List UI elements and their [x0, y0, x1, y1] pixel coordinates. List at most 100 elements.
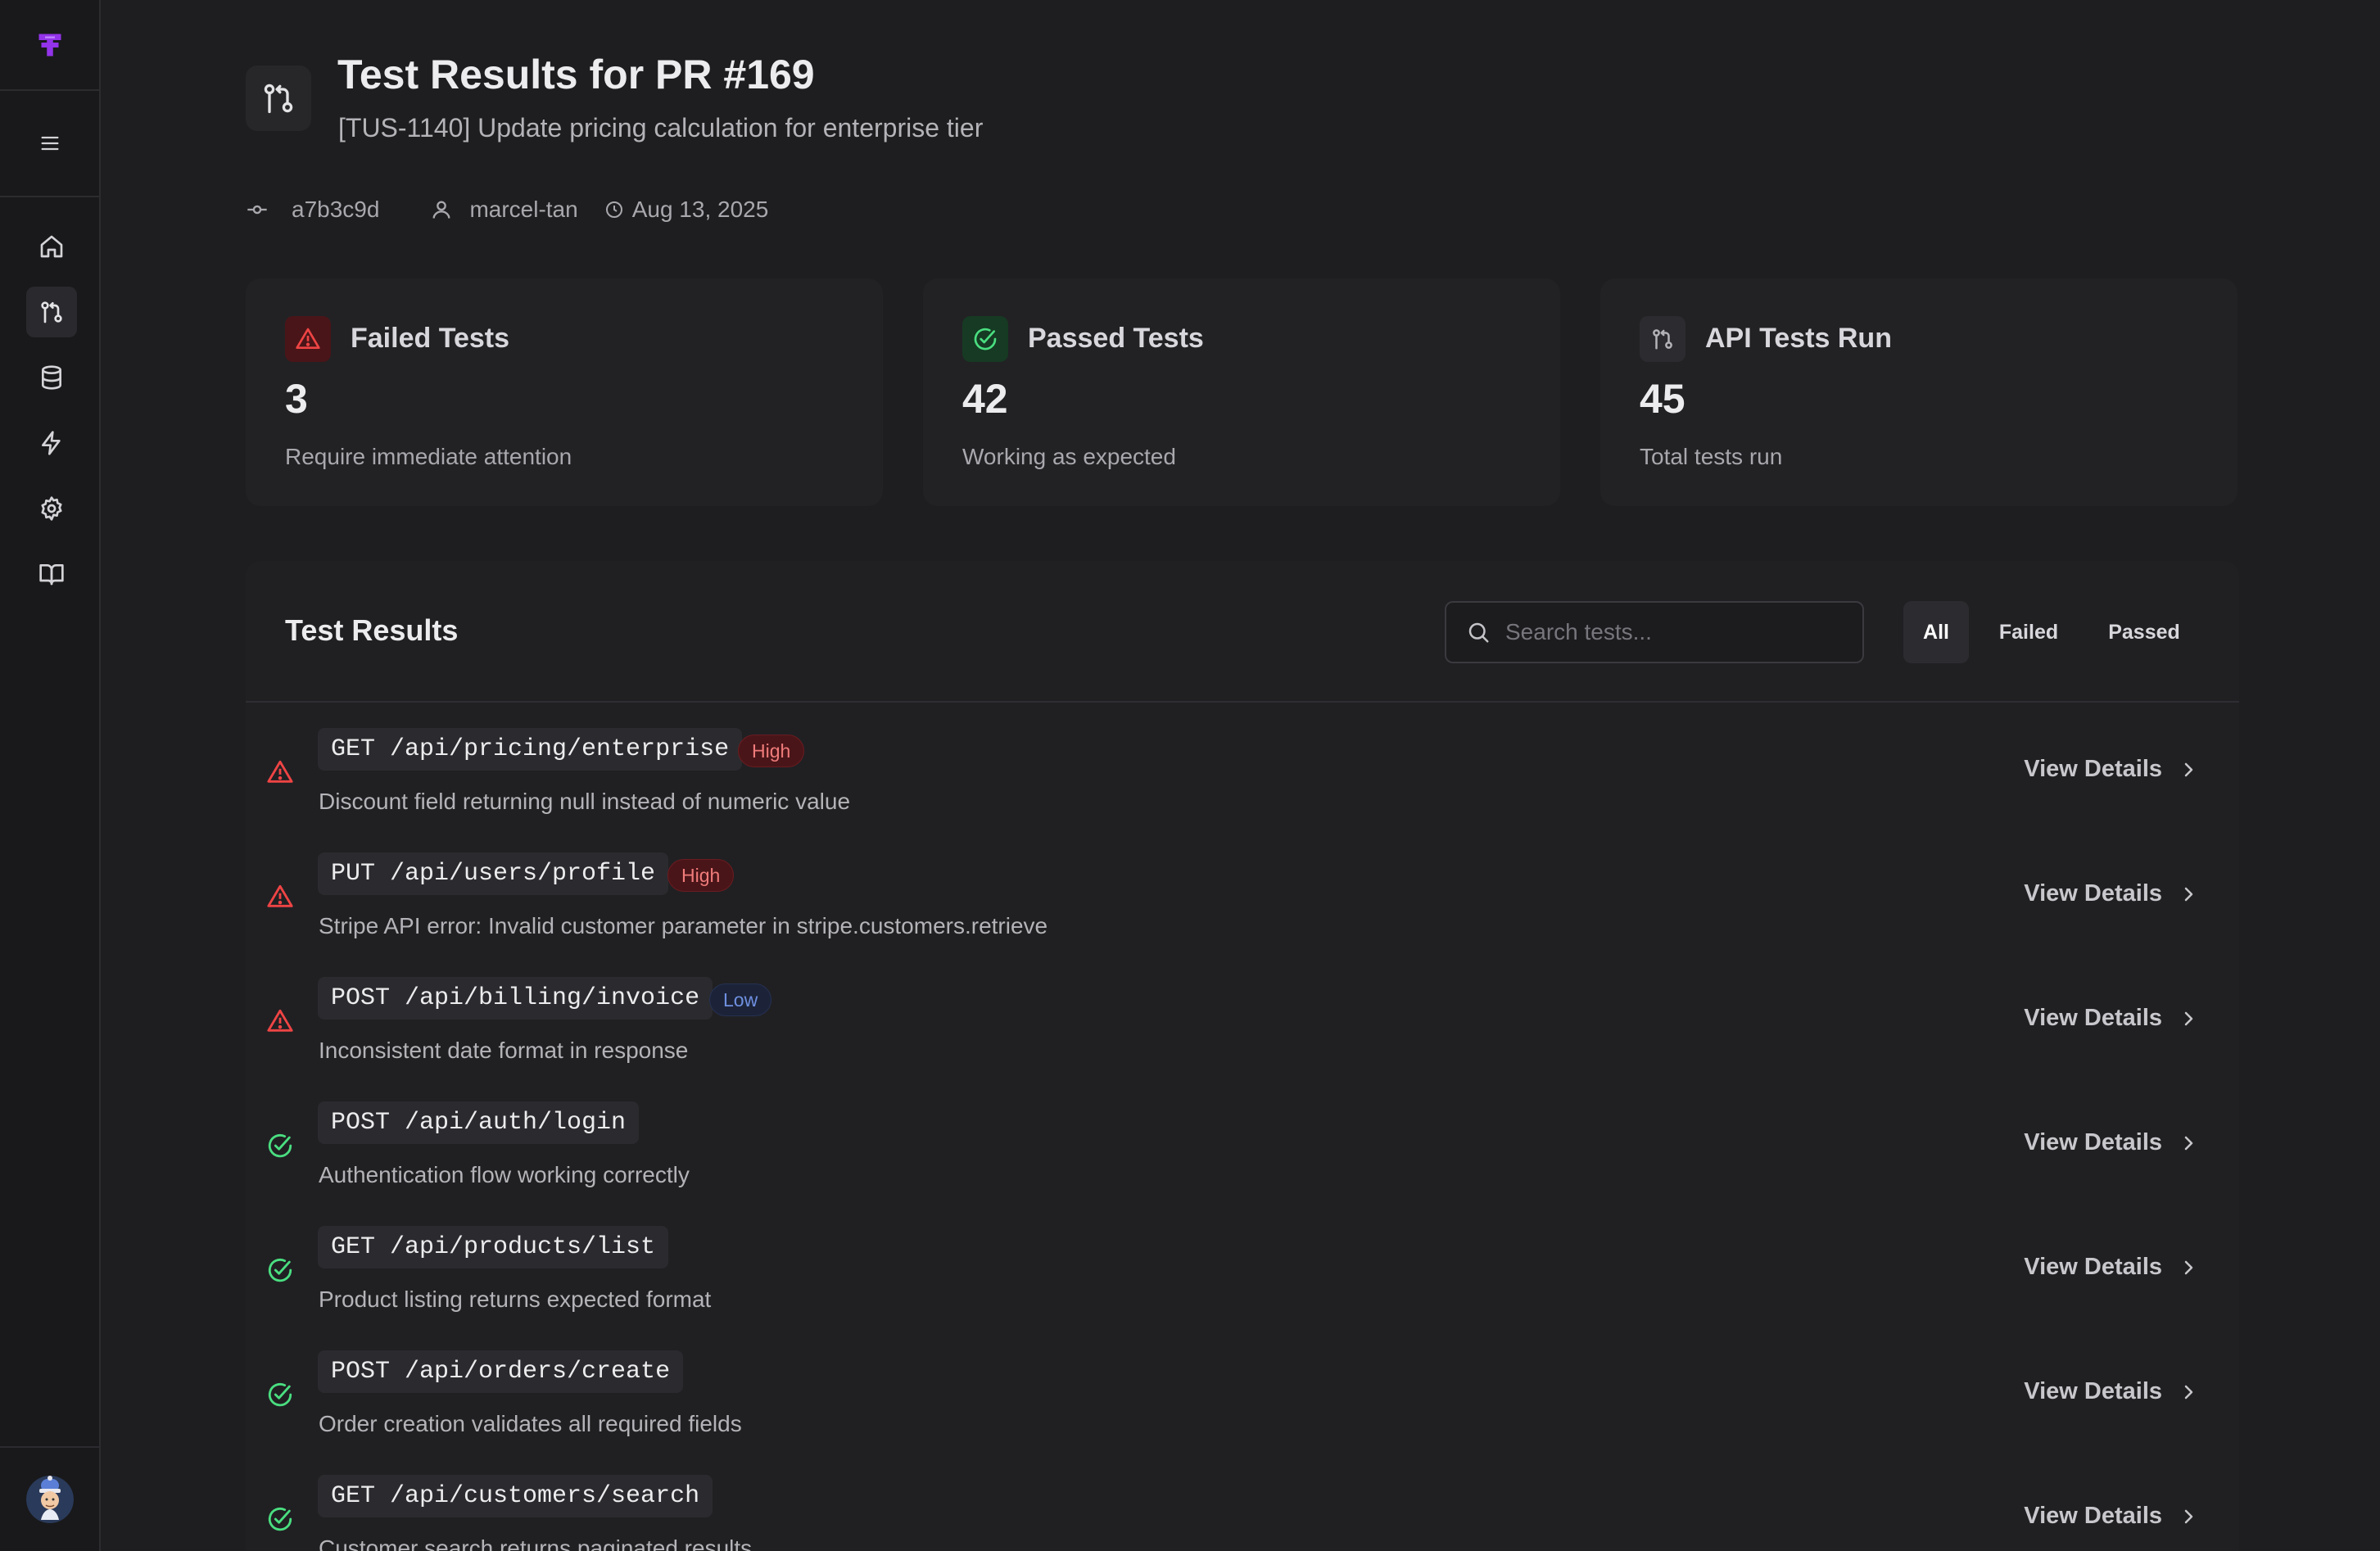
- alert-triangle-icon: [264, 880, 296, 913]
- view-details-label: View Details: [2024, 1378, 2162, 1404]
- card-description: Total tests run: [1640, 444, 1783, 469]
- failed-tests-card: Failed Tests 3 Require immediate attenti…: [246, 278, 883, 506]
- test-result-row[interactable]: POST /api/billing/invoice Low Inconsistent…: [246, 959, 2239, 1083]
- sidebar-item-database[interactable]: [26, 352, 77, 403]
- sidebar-item-pull-requests[interactable]: [26, 287, 77, 337]
- pull-request-icon: [1640, 316, 1685, 362]
- view-details-button[interactable]: View Details: [2024, 1005, 2198, 1032]
- database-icon: [42, 365, 61, 390]
- test-description: Stripe API error: Invalid customer param…: [319, 913, 1048, 938]
- commit-hash[interactable]: a7b3c9d: [292, 197, 379, 223]
- view-details-label: View Details: [2024, 1129, 2162, 1155]
- clock-icon: [604, 200, 624, 219]
- endpoint-label: GET /api/customers/search: [318, 1475, 713, 1517]
- alert-triangle-icon: [264, 756, 296, 789]
- check-circle-icon: [264, 1503, 296, 1535]
- view-details-label: View Details: [2024, 1005, 2162, 1031]
- pr-icon-box: [246, 66, 311, 131]
- view-details-button[interactable]: View Details: [2024, 1378, 2198, 1405]
- sidebar-item-automation[interactable]: [26, 418, 77, 468]
- card-label: Passed Tests: [1028, 323, 1204, 354]
- logo-icon: [38, 34, 61, 56]
- chevron-right-icon: [2179, 1009, 2198, 1029]
- sidebar: [0, 0, 101, 1551]
- check-circle-icon: [264, 1378, 296, 1411]
- card-description: Working as expected: [962, 444, 1176, 469]
- menu-icon: [41, 136, 59, 151]
- test-result-row[interactable]: GET /api/products/list Product listing re…: [246, 1208, 2239, 1332]
- sidebar-item-home[interactable]: [26, 221, 77, 272]
- book-icon: [39, 564, 64, 586]
- endpoint-label: POST /api/orders/create: [318, 1350, 684, 1393]
- card-label: Failed Tests: [351, 323, 509, 354]
- severity-badge: High: [738, 735, 805, 767]
- test-result-row[interactable]: POST /api/auth/login Authentication flow …: [246, 1083, 2239, 1208]
- user-icon: [430, 198, 453, 221]
- view-details-button[interactable]: View Details: [2024, 1254, 2198, 1281]
- card-value: 3: [285, 376, 308, 422]
- view-details-button[interactable]: View Details: [2024, 1503, 2198, 1530]
- test-result-row[interactable]: GET /api/pricing/enterprise High Discount …: [246, 710, 2239, 834]
- search-input[interactable]: [1505, 619, 1833, 645]
- pr-meta: a7b3c9d marcel-tan Aug 13, 2025: [246, 193, 768, 226]
- logo[interactable]: [0, 0, 99, 91]
- view-details-label: View Details: [2024, 1254, 2162, 1280]
- filter-tabs: All Failed Passed: [1903, 601, 2200, 663]
- test-results-panel: Test Results All Failed Passed GET /api/…: [246, 561, 2239, 1551]
- sidebar-item-settings[interactable]: [26, 483, 77, 534]
- chevron-right-icon: [2179, 884, 2198, 904]
- test-description: Product listing returns expected format: [319, 1286, 712, 1312]
- check-circle-icon: [264, 1129, 296, 1162]
- endpoint-label: POST /api/auth/login: [318, 1101, 640, 1144]
- view-details-button[interactable]: View Details: [2024, 756, 2198, 783]
- severity-badge: Low: [709, 984, 772, 1016]
- endpoint-label: GET /api/pricing/enterprise: [318, 728, 743, 771]
- tab-passed[interactable]: Passed: [2088, 601, 2200, 663]
- pr-date: Aug 13, 2025: [631, 197, 769, 222]
- home-icon: [40, 235, 63, 258]
- passed-tests-card: Passed Tests 42 Working as expected: [923, 278, 1560, 506]
- card-value: 42: [962, 376, 1008, 422]
- search-box[interactable]: [1445, 601, 1864, 663]
- user-avatar: [25, 1476, 74, 1523]
- pull-request-icon: [41, 301, 62, 323]
- test-description: Discount field returning null instead of…: [319, 789, 851, 814]
- test-result-row[interactable]: POST /api/orders/create Order creation va…: [246, 1332, 2239, 1457]
- test-description: Authentication flow working correctly: [319, 1162, 690, 1187]
- view-details-label: View Details: [2024, 1503, 2162, 1529]
- check-circle-icon: [962, 316, 1008, 362]
- lightning-icon: [42, 431, 61, 455]
- tab-failed[interactable]: Failed: [1969, 601, 2088, 663]
- check-circle-icon: [264, 1254, 296, 1286]
- endpoint-label: GET /api/products/list: [318, 1226, 669, 1268]
- endpoint-label: POST /api/billing/invoice: [318, 977, 713, 1020]
- alert-triangle-icon: [285, 316, 331, 362]
- endpoint-label: PUT /api/users/profile: [318, 852, 669, 895]
- view-details-label: View Details: [2024, 880, 2162, 907]
- sidebar-item-docs[interactable]: [26, 549, 77, 599]
- page-subtitle: [TUS-1140] Update pricing calculation fo…: [338, 113, 984, 142]
- card-description: Require immediate attention: [285, 444, 572, 469]
- chevron-right-icon: [2179, 760, 2198, 780]
- chevron-right-icon: [2179, 1382, 2198, 1402]
- test-description: Order creation validates all required fi…: [319, 1411, 742, 1436]
- divider: [246, 701, 2239, 703]
- results-title: Test Results: [285, 613, 459, 647]
- user-menu[interactable]: [0, 1446, 99, 1551]
- test-result-row[interactable]: PUT /api/users/profile High Stripe API err…: [246, 834, 2239, 959]
- severity-badge: High: [667, 859, 735, 892]
- test-description: Inconsistent date format in response: [319, 1038, 689, 1063]
- author-name[interactable]: marcel-tan: [469, 197, 577, 223]
- view-details-button[interactable]: View Details: [2024, 880, 2198, 907]
- tab-all[interactable]: All: [1903, 601, 1969, 663]
- card-value: 45: [1640, 376, 1685, 422]
- card-label: API Tests Run: [1705, 323, 1892, 354]
- test-description: Customer search returns paginated result…: [319, 1535, 753, 1551]
- view-details-button[interactable]: View Details: [2024, 1129, 2198, 1156]
- test-result-row[interactable]: GET /api/customers/search Customer search…: [246, 1457, 2239, 1551]
- view-details-label: View Details: [2024, 756, 2162, 782]
- chevron-right-icon: [2179, 1507, 2198, 1526]
- pull-request-icon: [264, 84, 293, 114]
- menu-toggle[interactable]: [0, 91, 99, 197]
- commit-icon: [246, 198, 269, 221]
